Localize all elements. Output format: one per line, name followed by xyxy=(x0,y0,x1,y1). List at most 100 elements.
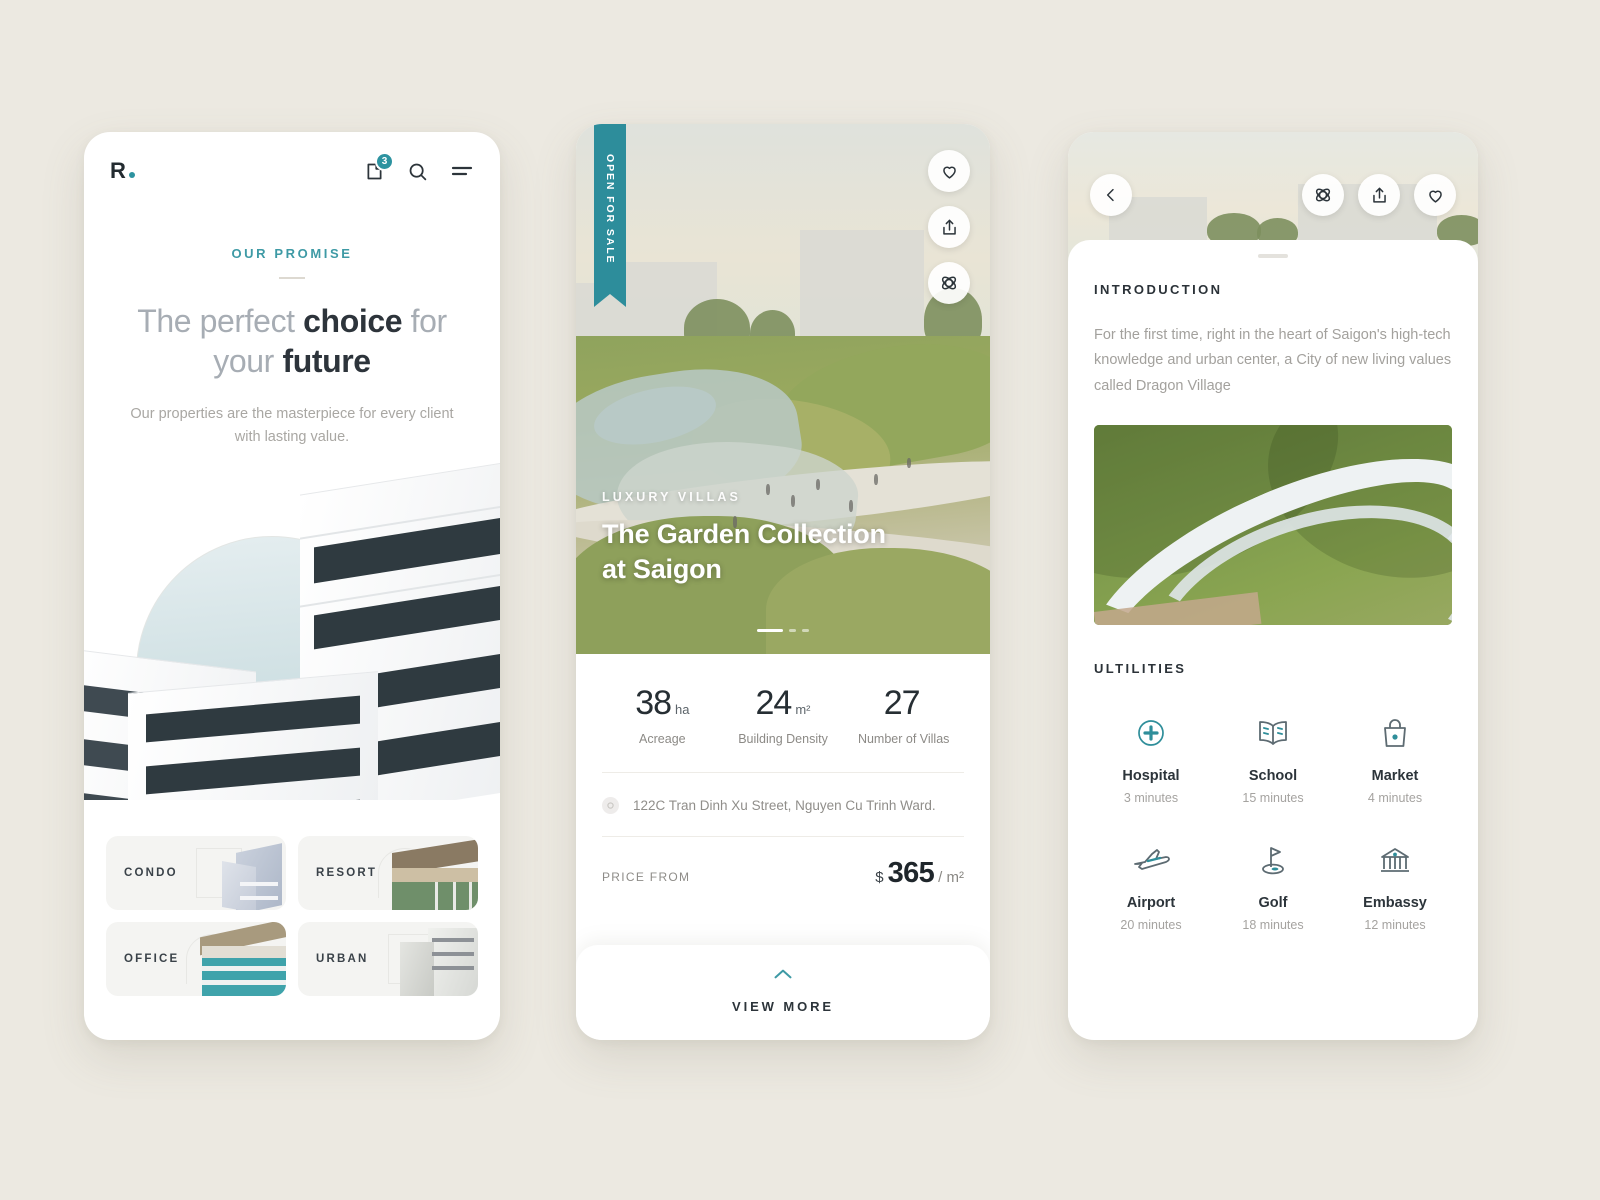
stat-unit: ha xyxy=(675,702,690,717)
home-header: R 3 xyxy=(84,132,500,210)
title-part-1: The perfect xyxy=(137,303,304,339)
stat-value-wrap: 38 ha xyxy=(635,684,689,723)
logo-text: R xyxy=(110,158,127,183)
bookmark-icon[interactable]: 3 xyxy=(364,151,394,182)
market-icon xyxy=(1334,712,1456,754)
category-thumbnail-resort xyxy=(392,836,478,910)
category-label: OFFICE xyxy=(124,952,180,965)
category-label: URBAN xyxy=(316,952,369,965)
status-badge-open-for-sale: OPEN FOR SALE xyxy=(594,124,626,307)
address-text: 122C Tran Dinh Xu Street, Nguyen Cu Trin… xyxy=(633,798,936,813)
property-stats: 38 ha Acreage 24 m² Building Density 27 … xyxy=(576,654,990,772)
utility-name: Market xyxy=(1371,768,1419,785)
page-subtitle: Our properties are the masterpiece for e… xyxy=(130,406,454,446)
utilities-title: ULTILITIES xyxy=(1094,661,1187,677)
phone-screen-home: R 3 OUR PROMISE The perfect choice for y… xyxy=(84,132,500,1040)
view-360-icon[interactable] xyxy=(928,262,970,304)
hospital-icon xyxy=(1090,712,1212,754)
stat-value: 27 xyxy=(883,684,921,722)
category-card-resort[interactable]: RESORT xyxy=(298,835,478,910)
price-unit: / m² xyxy=(938,869,964,886)
price-amount: 365 xyxy=(887,857,935,889)
utility-name: Golf xyxy=(1258,895,1288,912)
chevron-up-icon xyxy=(773,967,793,984)
view-360-icon[interactable] xyxy=(1302,174,1344,216)
category-thumbnail-condo xyxy=(200,836,286,910)
property-title: The Garden Collection at Saigon xyxy=(602,517,886,588)
category-label: CONDO xyxy=(124,866,178,879)
utility-name: Hospital xyxy=(1122,768,1180,785)
phone-screen-detail: INTRODUCTION For the first time, right i… xyxy=(1068,132,1478,1040)
carousel-pager[interactable] xyxy=(576,629,990,632)
pager-dot[interactable] xyxy=(789,629,796,632)
utility-name: Embassy xyxy=(1363,895,1427,912)
category-thumbnail-urban xyxy=(392,922,478,996)
pager-dot-active[interactable] xyxy=(757,629,783,632)
share-icon[interactable] xyxy=(1358,174,1400,216)
home-header-icons: 3 xyxy=(364,151,474,182)
price-value: $ 365 / m² xyxy=(875,857,964,890)
category-card-urban[interactable]: URBAN xyxy=(298,921,478,996)
stat-value-wrap: 24 m² xyxy=(756,684,811,723)
utility-market[interactable]: Market 4 minutes xyxy=(1334,712,1456,805)
divider xyxy=(279,277,305,279)
airport-icon xyxy=(1090,839,1212,881)
search-icon[interactable] xyxy=(407,161,428,182)
section-eyebrow: OUR PROMISE xyxy=(231,246,353,261)
stat-label: Number of Villas xyxy=(857,732,950,746)
utility-hospital[interactable]: Hospital 3 minutes xyxy=(1090,712,1212,805)
share-icon[interactable] xyxy=(928,206,970,248)
utility-time: 12 minutes xyxy=(1364,918,1426,933)
introduction-body: For the first time, right in the heart o… xyxy=(1094,327,1452,394)
category-card-condo[interactable]: CONDO xyxy=(106,835,286,910)
stat-unit: m² xyxy=(795,702,811,717)
stat-number-of-villas: 27 Number of Villas xyxy=(843,684,964,746)
page-title: The perfect choice for your future xyxy=(84,301,500,381)
menu-icon[interactable] xyxy=(450,162,474,180)
stat-value: 24 xyxy=(755,684,793,722)
embassy-icon xyxy=(1334,839,1456,881)
detail-actions xyxy=(1302,174,1456,216)
utility-golf[interactable]: Golf 18 minutes xyxy=(1212,839,1334,932)
utility-time: 15 minutes xyxy=(1242,791,1304,806)
utility-airport[interactable]: Airport 20 minutes xyxy=(1090,839,1212,932)
category-label: RESORT xyxy=(316,866,378,879)
chevron-left-icon[interactable] xyxy=(1090,174,1132,216)
category-card-office[interactable]: OFFICE xyxy=(106,921,286,996)
heart-icon[interactable] xyxy=(928,150,970,192)
stat-label: Building Density xyxy=(738,732,828,746)
hero-caption: LUXURY VILLAS The Garden Collection at S… xyxy=(602,490,886,588)
detail-sheet: INTRODUCTION For the first time, right i… xyxy=(1068,240,1478,1018)
heart-icon[interactable] xyxy=(1414,174,1456,216)
location-pin-icon xyxy=(602,797,619,814)
utility-time: 20 minutes xyxy=(1120,918,1182,933)
notification-badge: 3 xyxy=(375,151,394,171)
price-currency: $ xyxy=(875,869,884,886)
stat-acreage: 38 ha Acreage xyxy=(602,684,723,746)
app-logo[interactable]: R xyxy=(110,158,136,184)
stat-label: Acreage xyxy=(639,732,686,746)
drag-handle[interactable] xyxy=(1258,254,1288,258)
utility-time: 3 minutes xyxy=(1123,791,1179,806)
price-label: PRICE FROM xyxy=(602,870,691,884)
dot-icon xyxy=(129,172,136,178)
ribbon-label: OPEN FOR SALE xyxy=(604,153,616,265)
detail-photo xyxy=(1094,425,1452,626)
view-more-label: VIEW MORE xyxy=(732,999,834,1014)
school-icon xyxy=(1212,712,1334,754)
utility-school[interactable]: School 15 minutes xyxy=(1212,712,1334,805)
golf-icon xyxy=(1212,839,1334,881)
title-part-2: for xyxy=(402,303,448,339)
utility-embassy[interactable]: Embassy 12 minutes xyxy=(1334,839,1456,932)
title-part-3: your xyxy=(213,343,283,379)
utility-name: Airport xyxy=(1126,895,1176,912)
utility-time: 18 minutes xyxy=(1242,918,1304,933)
property-action-buttons xyxy=(928,150,970,304)
utility-name: School xyxy=(1248,768,1298,785)
stat-value-wrap: 27 xyxy=(884,684,924,723)
title-bold-2: future xyxy=(282,343,371,379)
title-bold-1: choice xyxy=(303,303,403,339)
category-grid: CONDO RESORT OFFICE URBAN xyxy=(84,822,500,1018)
view-more-button[interactable]: VIEW MORE xyxy=(576,945,990,1040)
pager-dot[interactable] xyxy=(802,629,809,632)
